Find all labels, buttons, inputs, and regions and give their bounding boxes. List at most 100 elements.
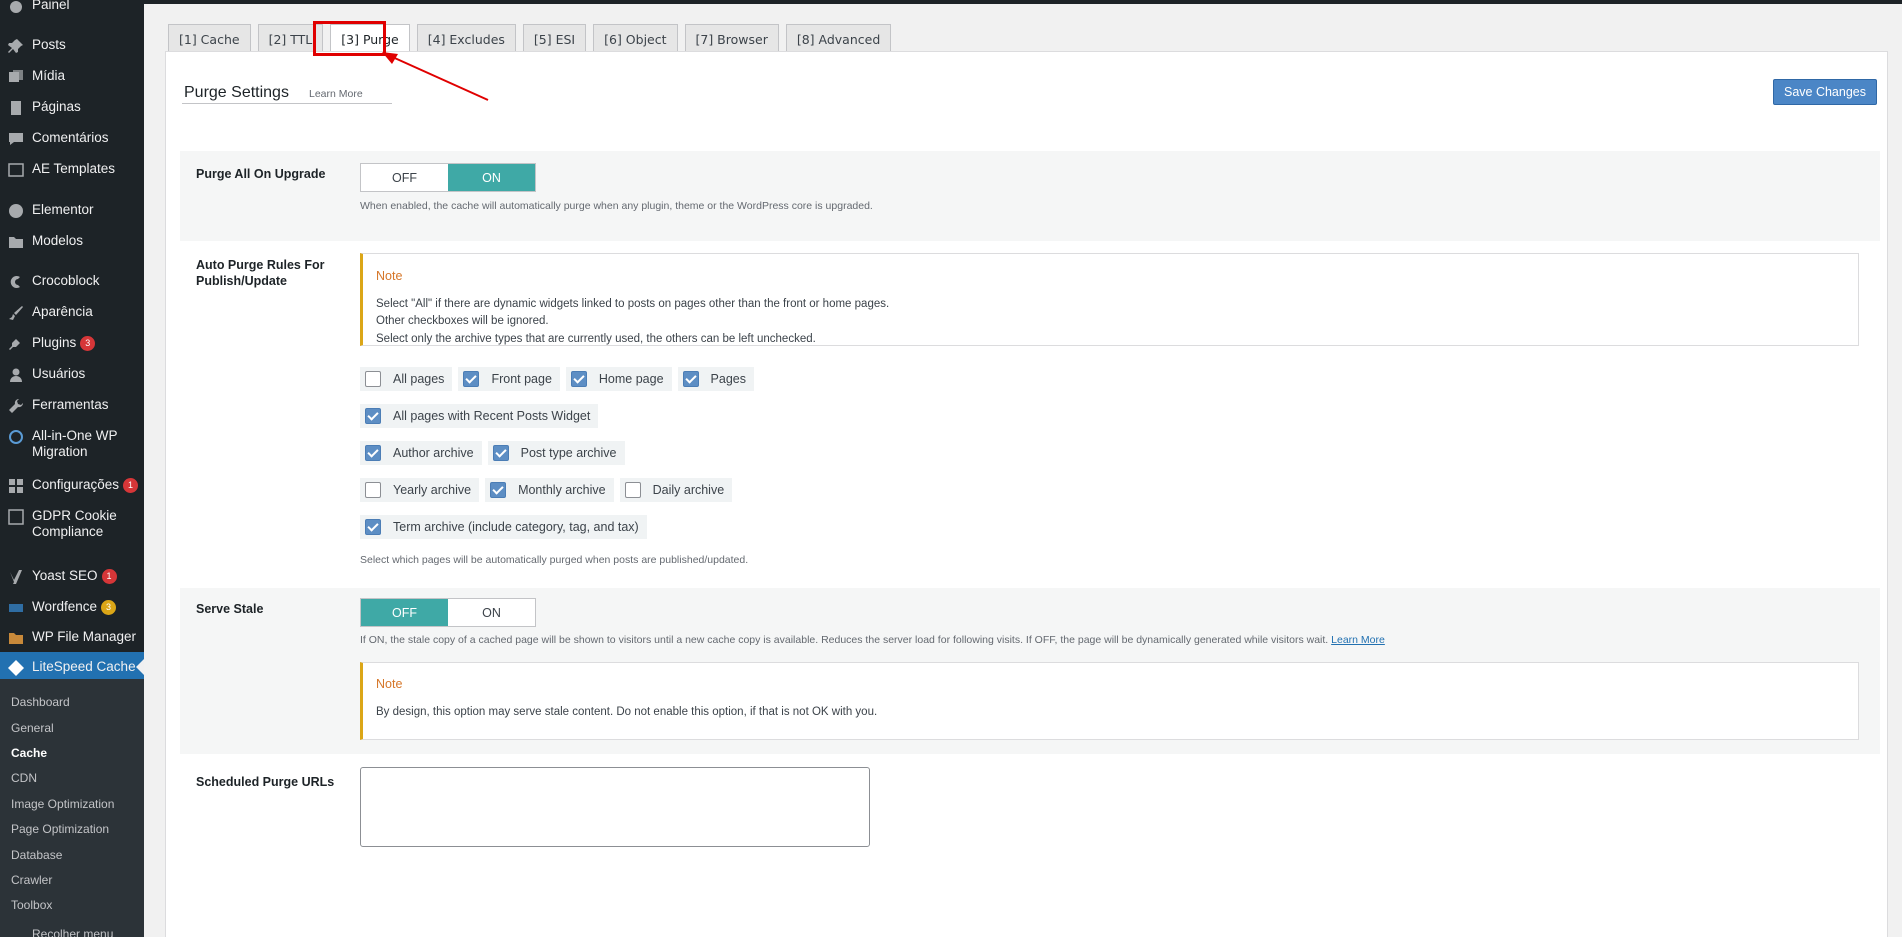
checkbox-front-page[interactable]: Front page bbox=[458, 367, 560, 391]
scheduled-purge-textarea[interactable] bbox=[360, 767, 870, 847]
tab-esi[interactable]: [5] ESI bbox=[522, 24, 587, 54]
sidebar-item-modelos[interactable]: Modelos bbox=[0, 233, 144, 250]
sidebar-item-label: Plugins bbox=[32, 335, 77, 350]
checkbox-all-pages-with-recent-posts-widget[interactable]: All pages with Recent Posts Widget bbox=[360, 404, 599, 428]
settings-tabs: [1] Cache [2] TTL [3] Purge [4] Excludes… bbox=[168, 24, 892, 54]
checkbox-box[interactable] bbox=[365, 482, 381, 498]
sidebar-item-label: Configurações bbox=[32, 477, 120, 492]
sidebar-item-all-in-one-wp-migration[interactable]: All-in-One WP Migration bbox=[0, 428, 144, 460]
checkbox-label: Post type archive bbox=[520, 446, 617, 460]
serve-stale-toggle[interactable]: OFF ON bbox=[360, 598, 536, 627]
note-line: By design, this option may serve stale c… bbox=[376, 706, 878, 718]
checkbox-box[interactable] bbox=[365, 408, 381, 424]
tab-cache[interactable]: [1] Cache bbox=[168, 24, 251, 54]
checkbox-box[interactable] bbox=[492, 445, 509, 461]
submenu-cdn[interactable]: CDN bbox=[11, 771, 37, 785]
auto-purge-note: Note Select "All" if there are dynamic w… bbox=[360, 253, 1859, 346]
checkbox-monthly-archive[interactable]: Monthly archive bbox=[485, 478, 614, 502]
row-scheduled-purge-urls: Scheduled Purge URLs bbox=[180, 754, 1880, 937]
purge-upgrade-toggle[interactable]: OFF ON bbox=[360, 163, 536, 192]
checkbox-box[interactable] bbox=[570, 371, 587, 387]
sidebar-item-wp-file-manager[interactable]: WP File Manager bbox=[0, 629, 144, 646]
ae-icon bbox=[0, 161, 32, 178]
checkbox-box[interactable] bbox=[624, 482, 641, 498]
sidebar-item-gdpr-cookie-compliance[interactable]: GDPR Cookie Compliance bbox=[0, 508, 144, 540]
settings-icon bbox=[0, 477, 32, 494]
checkbox-box[interactable] bbox=[365, 519, 381, 535]
submenu-dashboard[interactable]: Dashboard bbox=[11, 695, 70, 709]
checkbox-box[interactable] bbox=[365, 445, 381, 461]
scheduled-purge-label: Scheduled Purge URLs bbox=[196, 775, 335, 789]
main-content: [1] Cache [2] TTL [3] Purge [4] Excludes… bbox=[144, 4, 1902, 937]
migration-icon bbox=[0, 428, 32, 445]
checkbox-box[interactable] bbox=[463, 371, 480, 387]
checkbox-post-type-archive[interactable]: Post type archive bbox=[487, 441, 625, 465]
serve-stale-off[interactable]: OFF bbox=[361, 599, 448, 626]
submenu-crawler[interactable]: Crawler bbox=[11, 873, 52, 887]
sidebar-item-painel[interactable]: Painel bbox=[0, 0, 144, 14]
purge-upgrade-on[interactable]: ON bbox=[448, 164, 535, 191]
checkbox-row: Term archive (include category, tag, and… bbox=[360, 515, 651, 539]
crocoblock-icon bbox=[0, 273, 32, 290]
checkbox-pages[interactable]: Pages bbox=[677, 367, 754, 391]
learn-more-link[interactable]: Learn More bbox=[309, 88, 363, 100]
submenu-image-optimization[interactable]: Image Optimization bbox=[11, 797, 114, 811]
auto-purge-label: Auto Purge Rules For Publish/Update bbox=[196, 258, 325, 288]
sidebar-item-aparencia[interactable]: Aparência bbox=[0, 304, 144, 321]
serve-stale-on[interactable]: ON bbox=[448, 599, 535, 626]
row-serve-stale: Serve Stale OFF ON If ON, the stale copy… bbox=[180, 588, 1880, 754]
checkbox-label: Monthly archive bbox=[518, 483, 606, 497]
sidebar-item-configuracoes[interactable]: Configurações 1 bbox=[0, 477, 144, 494]
sidebar-item-yoast-seo[interactable]: Yoast SEO 1 bbox=[0, 568, 144, 585]
submenu-cache[interactable]: Cache bbox=[11, 746, 47, 760]
checkbox-all-pages[interactable]: All pages bbox=[360, 367, 453, 391]
submenu-general[interactable]: General bbox=[11, 721, 54, 735]
row-purge-all-on-upgrade: Purge All On Upgrade OFF ON When enabled… bbox=[180, 151, 1880, 241]
sidebar-item-comentarios[interactable]: Comentários bbox=[0, 130, 144, 147]
cookie-icon bbox=[0, 508, 32, 525]
submenu-page-optimization[interactable]: Page Optimization bbox=[11, 822, 109, 836]
collapse-menu[interactable]: Recolher menu bbox=[32, 927, 113, 937]
checkbox-box[interactable] bbox=[365, 371, 381, 387]
checkbox-daily-archive[interactable]: Daily archive bbox=[619, 478, 733, 502]
checkbox-author-archive[interactable]: Author archive bbox=[360, 441, 482, 465]
note-title: Note bbox=[376, 269, 403, 283]
checkbox-row: Yearly archive Monthly archive Daily archi… bbox=[360, 478, 736, 502]
auto-purge-desc: Select which pages will be automatically… bbox=[360, 554, 749, 566]
tab-excludes[interactable]: [4] Excludes bbox=[416, 24, 516, 54]
tab-purge[interactable]: [3] Purge bbox=[330, 24, 410, 54]
plugin-icon bbox=[0, 335, 32, 352]
purge-upgrade-label: Purge All On Upgrade bbox=[196, 167, 326, 181]
checkbox-home-page[interactable]: Home page bbox=[565, 367, 672, 391]
folder-icon bbox=[0, 233, 32, 250]
checkbox-box[interactable] bbox=[682, 371, 699, 387]
note-title: Note bbox=[376, 677, 403, 691]
sidebar-item-posts[interactable]: Posts bbox=[0, 37, 144, 54]
tab-advanced[interactable]: [8] Advanced bbox=[785, 24, 892, 54]
sidebar-item-ferramentas[interactable]: Ferramentas bbox=[0, 397, 144, 414]
sidebar-item-crocoblock[interactable]: Crocoblock bbox=[0, 273, 144, 290]
checkbox-yearly-archive[interactable]: Yearly archive bbox=[360, 478, 480, 502]
sidebar-item-elementor[interactable]: Elementor bbox=[0, 202, 144, 219]
sidebar-item-plugins[interactable]: Plugins 3 bbox=[0, 335, 144, 352]
sidebar-item-label: Wordfence bbox=[32, 599, 98, 614]
submenu-toolbox[interactable]: Toolbox bbox=[11, 898, 52, 912]
sidebar-item-paginas[interactable]: Páginas bbox=[0, 99, 144, 116]
sidebar-item-midia[interactable]: Mídia bbox=[0, 68, 144, 85]
submenu-database[interactable]: Database bbox=[11, 848, 62, 862]
sidebar-item-usuarios[interactable]: Usuários bbox=[0, 366, 144, 383]
save-changes-button[interactable]: Save Changes bbox=[1772, 79, 1877, 105]
sidebar-item-wordfence[interactable]: Wordfence 3 bbox=[0, 599, 144, 616]
tab-browser[interactable]: [7] Browser bbox=[684, 24, 779, 54]
sidebar-item-ae-templates[interactable]: AE Templates bbox=[0, 161, 144, 178]
serve-stale-note: Note By design, this option may serve st… bbox=[360, 662, 1859, 740]
checkbox-box[interactable] bbox=[490, 482, 507, 498]
tab-ttl[interactable]: [2] TTL bbox=[257, 24, 324, 54]
tab-object[interactable]: [6] Object bbox=[593, 24, 678, 54]
purge-upgrade-off[interactable]: OFF bbox=[361, 164, 448, 191]
serve-stale-learn-more[interactable]: Learn More bbox=[1331, 634, 1385, 646]
wordfence-badge: 3 bbox=[101, 600, 117, 615]
sidebar-item-litespeed-cache[interactable]: LiteSpeed Cache bbox=[0, 652, 144, 682]
checkbox-term-archive-include-category-tag-and-tax[interactable]: Term archive (include category, tag, and… bbox=[360, 515, 647, 539]
note-line: Select only the archive types that are c… bbox=[376, 333, 816, 345]
